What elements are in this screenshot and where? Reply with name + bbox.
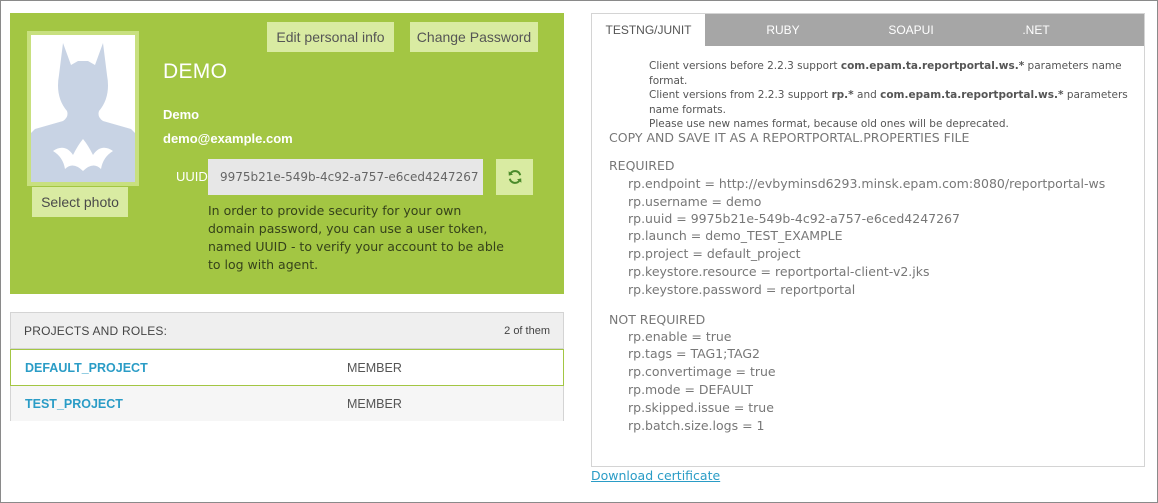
version-note-2: Client versions from 2.2.3 support rp.* …	[649, 89, 1128, 116]
table-row: DEFAULT_PROJECT MEMBER	[10, 349, 564, 386]
not-required-label: NOT REQUIRED	[609, 312, 706, 327]
projects-count: 2 of them	[504, 324, 550, 337]
tab-soapui[interactable]: SoapUI	[861, 14, 961, 46]
projects-roles-panel: Projects and roles: 2 of them DEFAULT_PR…	[10, 312, 564, 421]
project-link[interactable]: DEFAULT_PROJECT	[25, 361, 148, 375]
version-notes: Client versions before 2.2.3 support com…	[649, 59, 1134, 132]
download-certificate-link[interactable]: Download certificate	[591, 468, 720, 483]
user-email: demo@example.com	[163, 131, 293, 146]
project-link[interactable]: TEST_PROJECT	[25, 397, 123, 411]
config-heading: COPY AND SAVE IT AS A REPORTPORTAL.PROPE…	[609, 130, 970, 145]
regenerate-uuid-button[interactable]	[496, 159, 533, 195]
edit-personal-info-button[interactable]: Edit personal info	[267, 22, 394, 52]
config-line: rp.tags = TAG1;TAG2	[628, 346, 760, 361]
version-note-1: Client versions before 2.2.3 support com…	[649, 60, 1122, 87]
config-line: rp.uuid = 9975b21e-549b-4c92-a757-e6ced4…	[628, 211, 960, 226]
config-line: rp.batch.size.logs = 1	[628, 418, 765, 433]
config-line: rp.mode = DEFAULT	[628, 382, 754, 397]
tab-testng-junit[interactable]: TestNG/JUnit	[592, 14, 705, 46]
project-role: MEMBER	[347, 360, 402, 375]
user-full-name: Demo	[163, 107, 200, 122]
config-line: rp.keystore.resource = reportportal-clie…	[628, 264, 930, 279]
config-line: rp.project = default_project	[628, 246, 801, 261]
config-line: rp.convertimage = true	[628, 364, 776, 379]
config-line: rp.keystore.password = reportportal	[628, 282, 856, 297]
config-line: rp.launch = demo_TEST_EXAMPLE	[628, 228, 843, 243]
config-line: rp.endpoint = http://evbyminsd6293.minsk…	[628, 176, 1106, 191]
change-password-button[interactable]: Change Password	[410, 22, 538, 52]
profile-card: Select photo Edit personal info Change P…	[10, 13, 564, 294]
refresh-icon	[508, 170, 521, 184]
agent-tabs: TestNG/JUnit Ruby SoapUI .NET	[592, 14, 1144, 46]
config-line: rp.username = demo	[628, 194, 762, 209]
uuid-help-text: In order to provide security for your ow…	[208, 203, 504, 272]
config-line: rp.enable = true	[628, 329, 732, 344]
required-label: REQUIRED	[609, 158, 675, 173]
config-line: rp.skipped.issue = true	[628, 400, 774, 415]
projects-header: Projects and roles: 2 of them	[11, 313, 563, 349]
projects-title: Projects and roles:	[24, 323, 168, 338]
uuid-field[interactable]	[208, 159, 483, 195]
table-row: TEST_PROJECT MEMBER	[11, 386, 563, 421]
batman-silhouette-icon	[31, 35, 135, 182]
user-login-title: DEMO	[163, 60, 228, 83]
project-role: MEMBER	[347, 396, 402, 411]
select-photo-button[interactable]: Select photo	[32, 187, 128, 217]
agent-config-panel: TestNG/JUnit Ruby SoapUI .NET Client ver…	[591, 13, 1145, 467]
uuid-label: UUID	[176, 169, 208, 184]
avatar	[27, 31, 139, 186]
tab-ruby[interactable]: Ruby	[705, 14, 861, 46]
tab-dotnet[interactable]: .NET	[961, 14, 1111, 46]
